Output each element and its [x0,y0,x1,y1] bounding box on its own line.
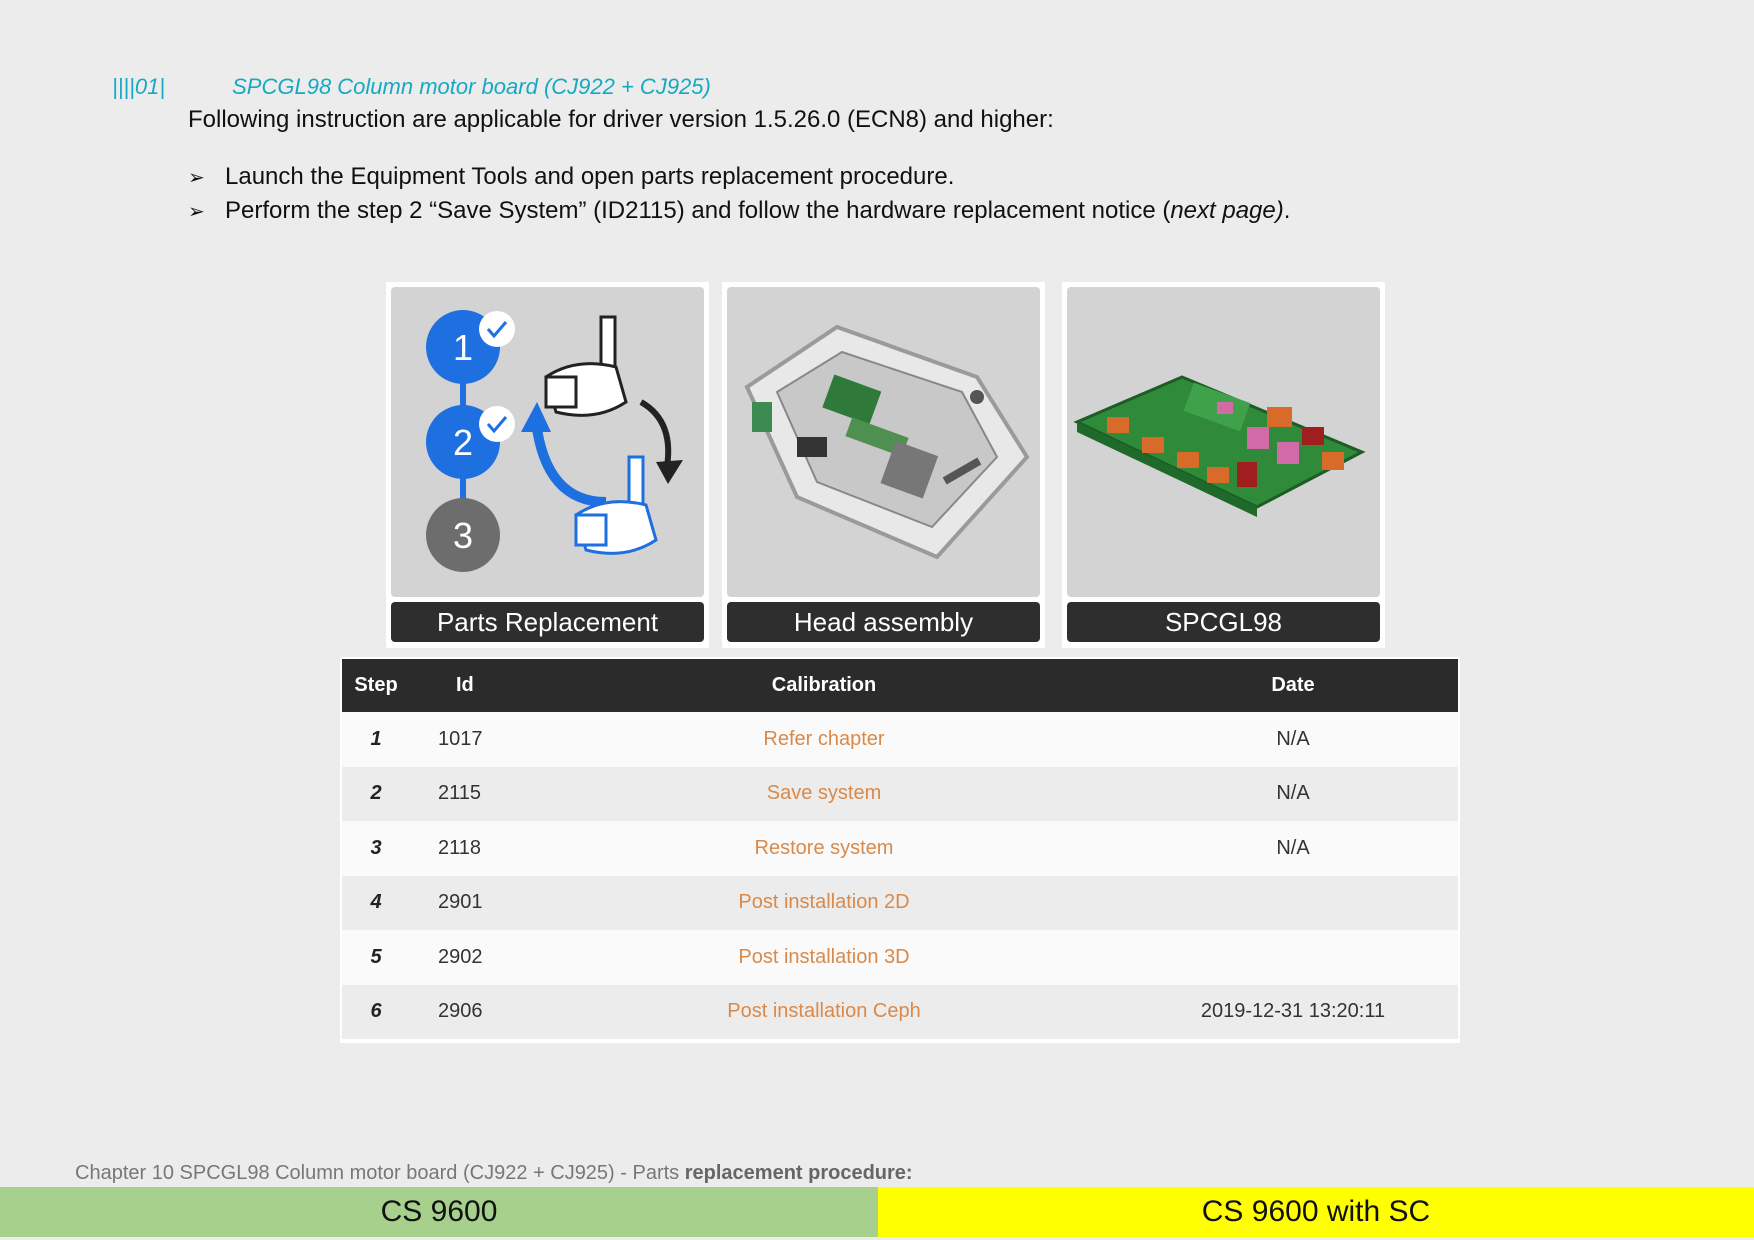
parts-replacement-caption: Parts Replacement [391,602,704,642]
head-assembly-image [727,287,1040,597]
calibration-header: Calibration [771,674,877,696]
calibration-link[interactable]: Refer chapter [520,712,1128,767]
arrow-bullet-icon: ➢ [188,200,205,223]
table-row: 5 2902 Post installation 3D [342,930,1458,985]
instruction-list: ➢ Launch the Equipment Tools and open pa… [188,160,1290,228]
footer-note-main: Chapter 10 SPCGL98 Column motor board (C… [75,1162,685,1184]
instruction-text-end: . [1283,197,1291,224]
calibration-link[interactable]: Restore system [520,821,1128,876]
calibration-link[interactable]: Post installation Ceph [520,985,1128,1040]
id-cell: 1017 [438,727,483,750]
id-header: Id [456,674,474,696]
calibration-table: Step Id Calibration Date 1 1017 Refer ch… [342,659,1458,1039]
list-item: ➢ Perform the step 2 “Save System” (ID21… [188,194,1290,228]
date-cell: 2019-12-31 13:20:11 [1200,1000,1386,1023]
section-heading: ||||01| SPCGL98 Column motor board (CJ92… [112,74,711,100]
step-three-label: 3 [453,515,473,556]
step-cell: 5 [370,945,382,968]
step-cell: 3 [370,836,382,859]
date-cell [1128,930,1458,985]
step-cell: 1 [370,727,382,750]
spcgl98-image [1067,287,1380,597]
step-two-label: 2 [453,422,473,463]
step-cell: 4 [370,891,382,914]
instruction-text-main: Perform the step 2 “Save System” (ID2115… [225,197,1171,224]
section-title: SPCGL98 Column motor board (CJ922 + CJ92… [232,74,711,99]
footer-chapter-note: Chapter 10 SPCGL98 Column motor board (C… [75,1162,913,1185]
circuit-board-illustration [1073,375,1366,517]
parts-replacement-icon: 1 2 3 [426,310,683,572]
table-row: 4 2901 Post installation 2D [342,875,1458,931]
head-assembly-tile[interactable]: Head assembly [722,282,1045,648]
spcgl98-tile[interactable]: SPCGL98 [1062,282,1385,648]
table-row: 3 2118 Restore system N/A [342,821,1458,876]
id-cell: 2115 [438,782,482,805]
step-cell: 6 [370,1000,382,1023]
table-row: 1 1017 Refer chapter N/A [342,712,1458,767]
id-cell: 2901 [438,891,483,914]
date-cell: N/A [1276,727,1310,750]
footer-model-right: CS 9600 with SC [878,1187,1754,1237]
date-header: Date [1271,674,1315,696]
id-cell: 2906 [438,1000,483,1023]
calibration-link[interactable]: Save system [520,767,1128,822]
footer-model-left: CS 9600 [0,1187,878,1237]
parts-replacement-image: 1 2 3 [391,287,704,597]
table-row: 2 2115 Save system N/A [342,766,1458,822]
instruction-text: Launch the Equipment Tools and open part… [225,163,955,190]
parts-replacement-tile[interactable]: 1 2 3 Parts Replacement [386,282,709,648]
step-one-label: 1 [453,327,473,368]
instruction-text: Perform the step 2 “Save System” (ID2115… [225,197,1290,225]
instruction-text-italic: next page) [1170,197,1284,224]
table-header-row: Step Id Calibration Date [342,659,1458,712]
calibration-link[interactable]: Post installation 3D [520,930,1128,985]
date-cell: N/A [1276,836,1310,859]
spcgl98-caption: SPCGL98 [1067,602,1380,642]
date-cell: N/A [1276,782,1310,805]
list-item: ➢ Launch the Equipment Tools and open pa… [188,160,1290,194]
table-row: 6 2906 Post installation Ceph 2019-12-31… [342,984,1458,1040]
section-number: ||||01| [112,74,166,99]
calibration-link[interactable]: Post installation 2D [520,876,1128,931]
intro-text: Following instruction are applicable for… [188,106,1054,133]
arrow-bullet-icon: ➢ [188,166,205,189]
footer-note-bold: replacement procedure: [684,1162,913,1184]
calibration-table-container: Step Id Calibration Date 1 1017 Refer ch… [340,657,1460,1043]
step-header: Step [354,674,398,696]
id-cell: 2118 [438,836,482,859]
head-assembly-caption: Head assembly [727,602,1040,642]
date-cell [1128,876,1458,931]
id-cell: 2902 [438,945,483,968]
head-assembly-illustration [744,324,1030,560]
step-cell: 2 [370,782,382,805]
